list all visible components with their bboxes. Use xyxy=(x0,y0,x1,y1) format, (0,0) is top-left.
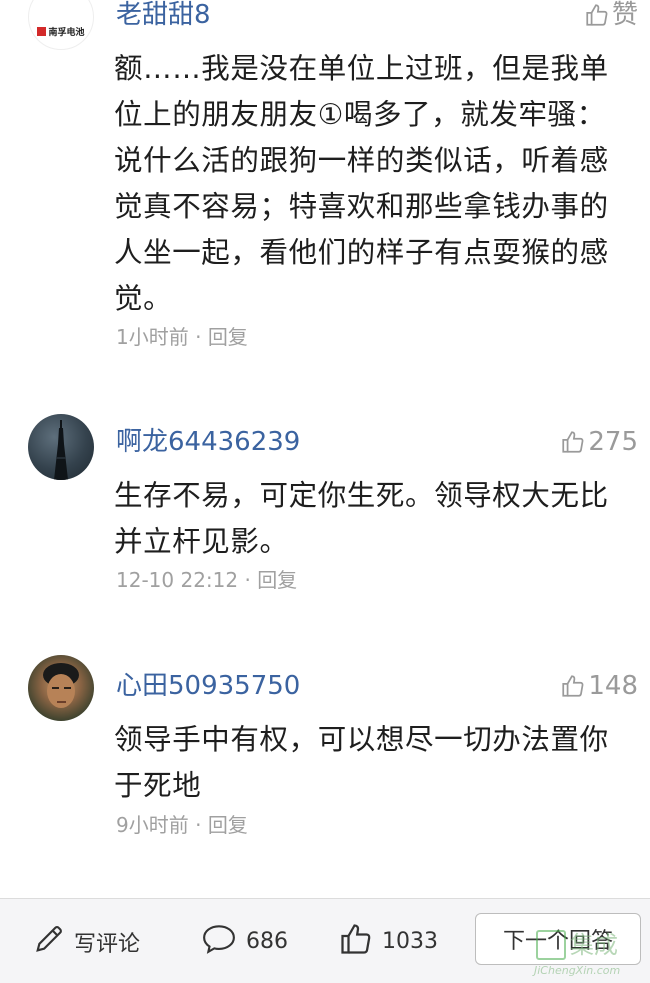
comment-meta: 1小时前 · 回复 xyxy=(116,324,248,350)
speech-bubble-icon xyxy=(200,922,238,962)
comment-username[interactable]: 老甜甜8 xyxy=(116,0,211,30)
like-label: 赞 xyxy=(611,0,638,30)
write-comment-button[interactable]: 写评论 xyxy=(32,899,140,983)
next-answer-button[interactable]: 下一个回答 xyxy=(475,913,641,965)
pencil-icon xyxy=(32,922,66,962)
comment-line: 位上的朋友朋友①喝多了，就发牢骚： xyxy=(114,98,606,131)
comment-text: 额……我是没在单位上过班，但是我单 位上的朋友朋友①喝多了，就发牢骚： 说什么活… xyxy=(114,46,634,322)
comment-meta: 9小时前 · 回复 xyxy=(116,812,248,838)
separator: · xyxy=(195,325,202,349)
answer-comments-page: 南孚电池 老甜甜8 赞 额……我是没在单位上过班，但是我单 位上的朋友朋友①喝多… xyxy=(0,0,650,983)
like-count: 275 xyxy=(588,427,638,457)
comment-line: 觉。 xyxy=(114,282,173,315)
like-button[interactable]: 275 xyxy=(560,427,638,457)
comment-text: 生存不易，可定你生死。领导权大无比 并立杆见影。 xyxy=(114,473,634,565)
thumbs-up-icon xyxy=(560,429,586,455)
thumbs-up-icon xyxy=(560,673,586,699)
comment-item: 心田50935750 148 领导手中有权，可以想尽一切办法置你 于死地 9小时… xyxy=(0,655,650,855)
comments-button[interactable]: 686 xyxy=(200,899,288,983)
thumbs-up-icon xyxy=(338,921,374,963)
reply-link[interactable]: 回复 xyxy=(257,568,297,592)
thumbs-up-icon xyxy=(584,2,610,28)
write-comment-label: 写评论 xyxy=(74,931,141,957)
comment-time: 9小时前 xyxy=(116,813,189,837)
comment-line: 生存不易，可定你生死。领导权大无比 xyxy=(114,479,609,512)
comment-line: 说什么活的跟狗一样的类似话，听着感 xyxy=(114,144,609,177)
comment-line: 人坐一起，看他们的样子有点耍猴的感 xyxy=(114,236,609,269)
upvote-button[interactable]: 1033 xyxy=(338,899,438,983)
reply-link[interactable]: 回复 xyxy=(208,813,248,837)
avatar[interactable]: 南孚电池 xyxy=(28,0,94,50)
comment-item: 南孚电池 老甜甜8 赞 额……我是没在单位上过班，但是我单 位上的朋友朋友①喝多… xyxy=(0,0,650,360)
comment-line: 并立杆见影。 xyxy=(114,525,289,558)
comment-username[interactable]: 啊龙64436239 xyxy=(116,427,300,457)
comment-username[interactable]: 心田50935750 xyxy=(116,671,300,701)
like-button[interactable]: 148 xyxy=(560,671,638,701)
portrait-image xyxy=(43,663,79,708)
avatar[interactable] xyxy=(28,655,94,721)
comment-line: 觉真不容易；特喜欢和那些拿钱办事的 xyxy=(114,190,609,223)
upvote-count: 1033 xyxy=(382,929,438,954)
avatar-brand-text: 南孚电池 xyxy=(48,27,85,38)
comment-time: 1小时前 xyxy=(116,325,189,349)
reply-link[interactable]: 回复 xyxy=(208,325,248,349)
separator: · xyxy=(244,568,251,592)
battery-logo-icon xyxy=(37,26,47,36)
like-button[interactable]: 赞 xyxy=(584,0,638,30)
separator: · xyxy=(195,813,202,837)
comment-time: 12-10 22:12 xyxy=(116,568,239,592)
tower-image xyxy=(54,420,68,480)
like-count: 148 xyxy=(588,671,638,701)
comment-text: 领导手中有权，可以想尽一切办法置你 于死地 xyxy=(114,717,634,809)
comment-item: 啊龙64436239 275 生存不易，可定你生死。领导权大无比 并立杆见影。 … xyxy=(0,410,650,610)
comment-line: 领导手中有权，可以想尽一切办法置你 xyxy=(114,723,609,756)
comment-count: 686 xyxy=(246,929,288,954)
comment-line: 额……我是没在单位上过班，但是我单 xyxy=(114,52,609,85)
comment-meta: 12-10 22:12 · 回复 xyxy=(116,567,297,593)
avatar[interactable] xyxy=(28,414,94,480)
bottom-action-bar: 写评论 686 1033 下一个回答 xyxy=(0,898,650,983)
comment-line: 于死地 xyxy=(114,769,202,802)
